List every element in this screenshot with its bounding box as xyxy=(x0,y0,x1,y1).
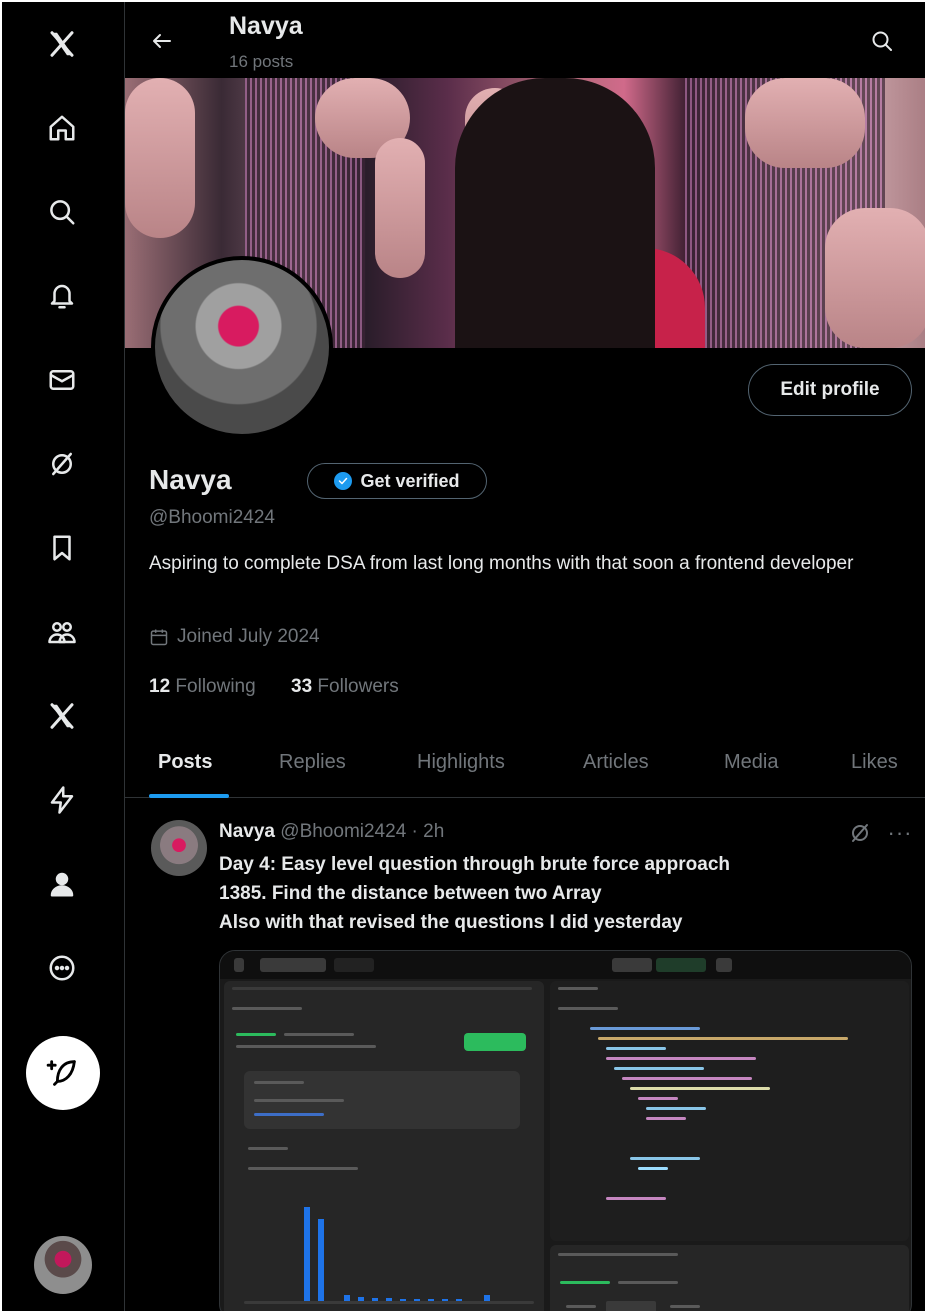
communities-icon[interactable] xyxy=(38,608,86,656)
followers-count: 33 xyxy=(291,676,313,697)
sidebar-nav xyxy=(2,2,124,1311)
calendar-icon xyxy=(150,629,168,646)
explore-search-icon[interactable] xyxy=(38,188,86,236)
header-posts-count: 16 posts xyxy=(229,52,294,71)
premium-x-icon[interactable] xyxy=(38,692,86,740)
post-text-line: Day 4: Easy level question through brute… xyxy=(219,854,731,875)
edit-profile-button[interactable]: Edit profile xyxy=(748,364,912,416)
tab-media[interactable]: Media xyxy=(724,751,778,774)
notifications-bell-icon[interactable] xyxy=(38,272,86,320)
header-profile-name: Navya xyxy=(229,12,303,40)
joined-date-text: Joined July 2024 xyxy=(177,626,320,647)
get-verified-label: Get verified xyxy=(360,470,460,491)
feather-plus-icon xyxy=(46,1060,76,1086)
post-text-line: 1385. Find the distance between two Arra… xyxy=(219,883,602,904)
post-author-name[interactable]: Navya xyxy=(219,821,275,842)
post-author-avatar[interactable] xyxy=(151,820,207,876)
bookmarks-icon[interactable] xyxy=(38,524,86,572)
followers-link[interactable]: 33 Followers xyxy=(291,676,399,698)
profile-bio: Aspiring to complete DSA from last long … xyxy=(149,553,854,574)
app-window: Navya 16 posts Edit profile Navya Get ve… xyxy=(0,0,927,1313)
profile-column: Navya 16 posts Edit profile Navya Get ve… xyxy=(124,2,925,1311)
profile-avatar[interactable] xyxy=(151,256,333,438)
active-tab-indicator xyxy=(149,794,229,798)
profile-handle: @Bhoomi2424 xyxy=(149,507,275,528)
followers-label: Followers xyxy=(317,676,399,697)
following-label: Following xyxy=(175,676,256,697)
more-options-icon[interactable] xyxy=(38,944,86,992)
back-arrow-icon[interactable] xyxy=(145,24,179,58)
get-verified-button[interactable]: Get verified xyxy=(307,463,487,499)
profile-header-bar: Navya 16 posts xyxy=(125,2,925,78)
verified-orgs-lightning-icon[interactable] xyxy=(38,776,86,824)
post-media-image[interactable] xyxy=(219,950,912,1311)
tab-posts[interactable]: Posts xyxy=(158,751,212,774)
post-header: Navya @Bhoomi2424 · 2h xyxy=(219,821,444,843)
grok-explain-icon[interactable] xyxy=(845,818,875,848)
grok-icon[interactable] xyxy=(38,440,86,488)
post-handle-time[interactable]: @Bhoomi2424 · 2h xyxy=(280,821,444,842)
following-count: 12 xyxy=(149,676,171,697)
messages-envelope-icon[interactable] xyxy=(38,356,86,404)
joined-date: Joined July 2024 xyxy=(149,626,320,648)
post-text: Day 4: Easy level question through brute… xyxy=(219,850,899,937)
tab-replies[interactable]: Replies xyxy=(279,751,346,774)
tab-likes[interactable]: Likes xyxy=(851,751,898,774)
search-icon[interactable] xyxy=(865,24,899,58)
tab-highlights[interactable]: Highlights xyxy=(417,751,505,774)
profile-tabs: Posts Replies Highlights Articles Media … xyxy=(125,738,925,798)
verified-badge-icon xyxy=(334,472,353,490)
home-icon[interactable] xyxy=(38,104,86,152)
compose-post-button[interactable] xyxy=(26,1036,100,1110)
x-logo-icon[interactable] xyxy=(38,20,86,68)
following-link[interactable]: 12 Following xyxy=(149,676,256,698)
tab-articles[interactable]: Articles xyxy=(583,751,649,774)
post-text-line: Also with that revised the questions I d… xyxy=(219,912,683,933)
profile-person-icon[interactable] xyxy=(38,860,86,908)
post-more-icon[interactable]: ··· xyxy=(885,818,915,848)
profile-name: Navya xyxy=(149,464,232,495)
account-avatar[interactable] xyxy=(34,1236,92,1294)
